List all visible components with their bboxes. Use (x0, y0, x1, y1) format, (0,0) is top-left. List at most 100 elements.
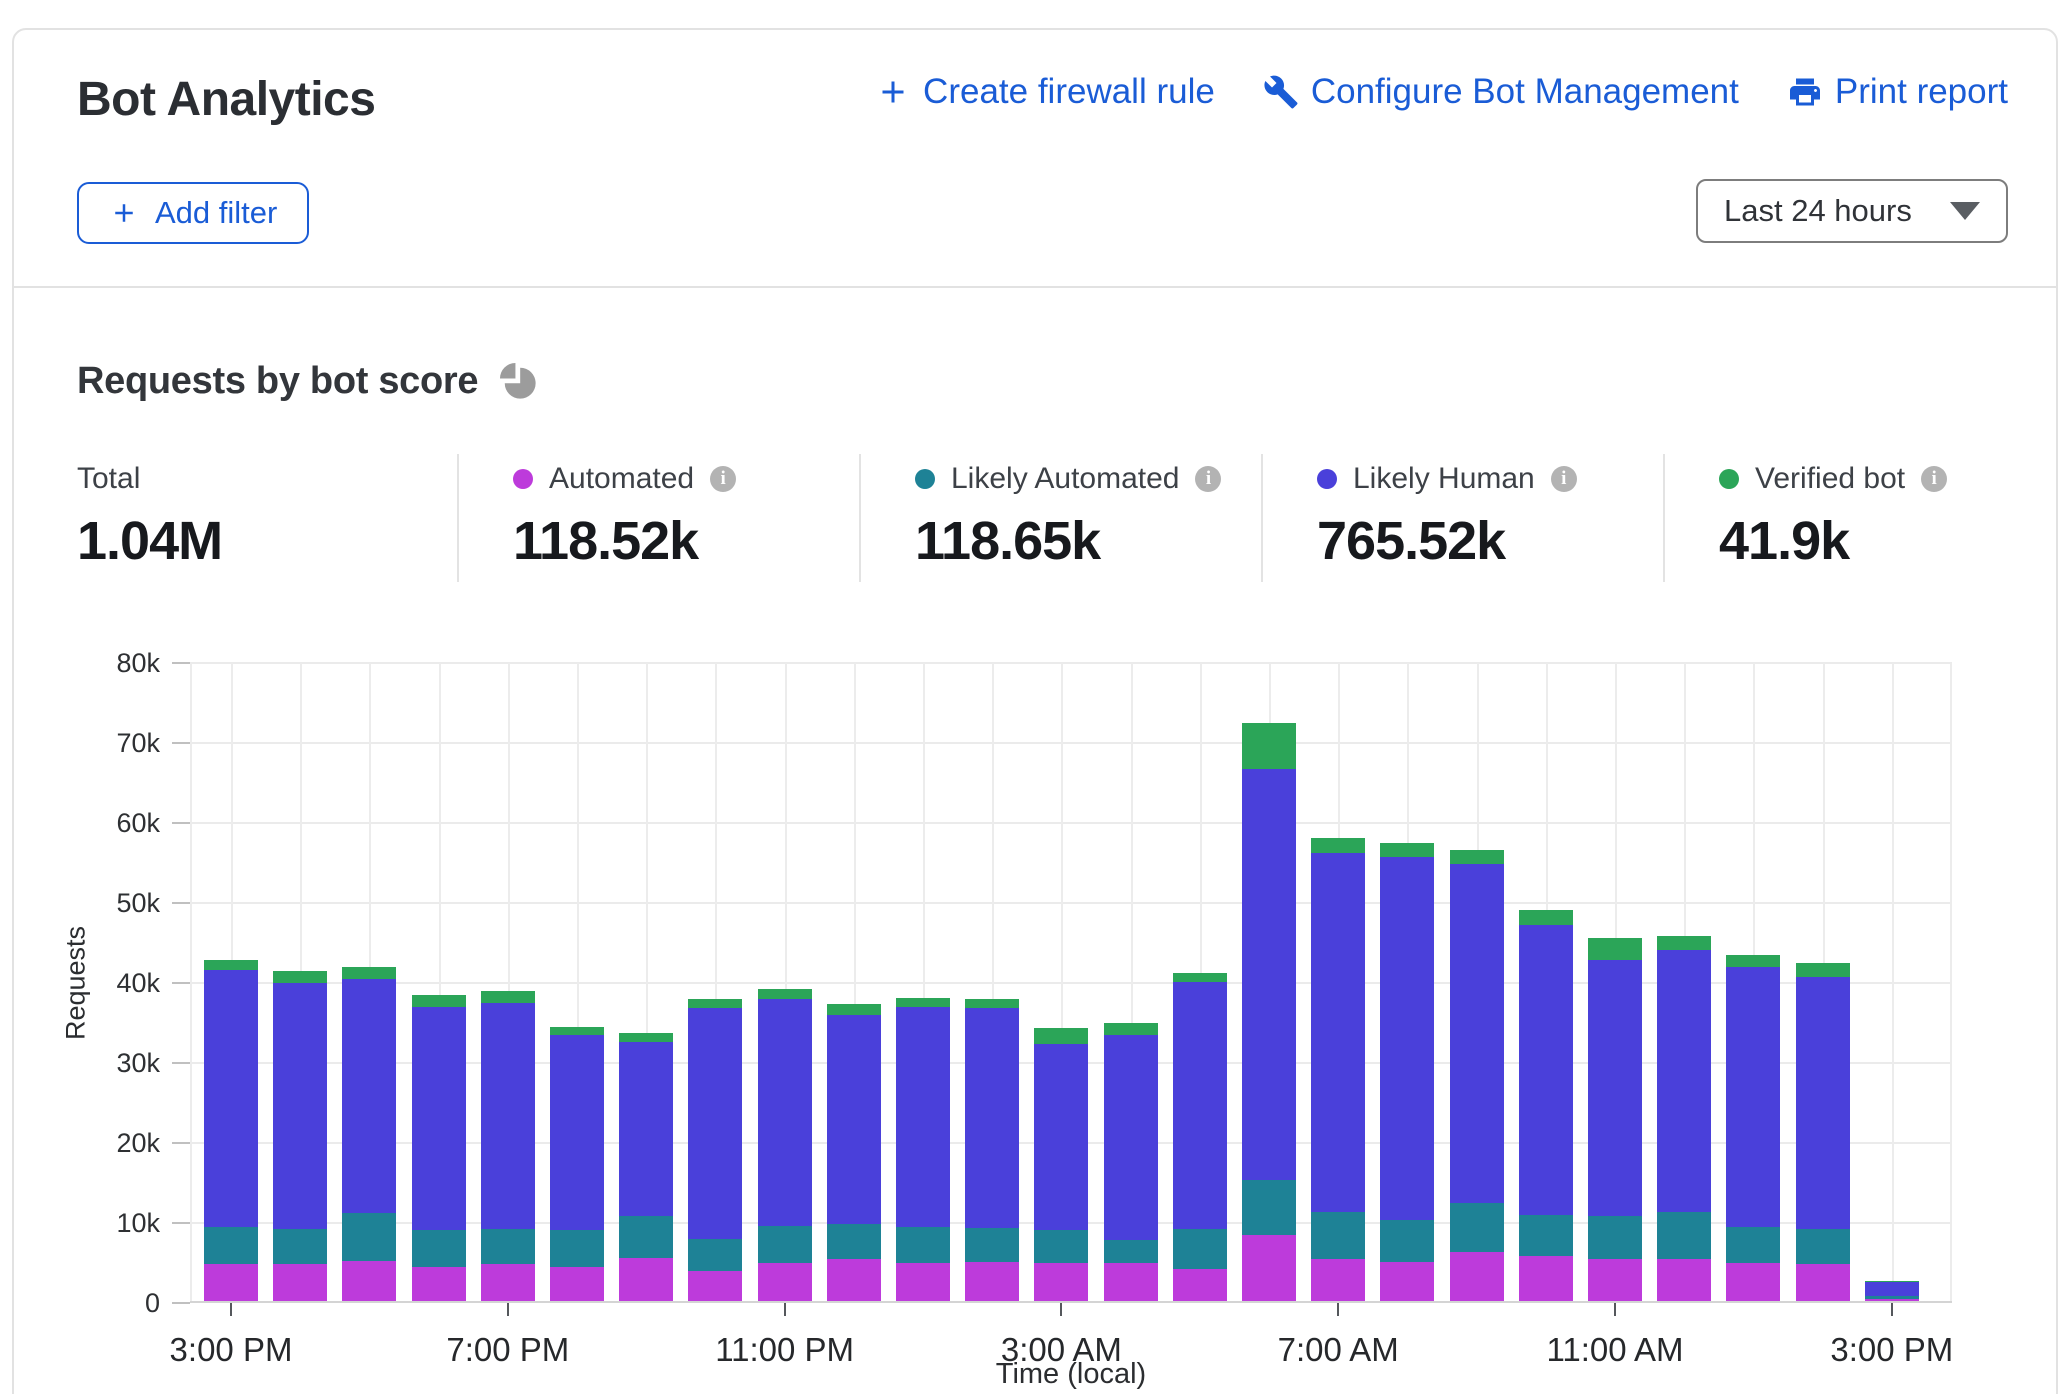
bar-segment-likely-human (1104, 1035, 1158, 1241)
info-icon[interactable]: i (1921, 466, 1947, 492)
bar-segment-verified-bot (273, 971, 327, 982)
bar-5-00-pm-2[interactable] (342, 967, 396, 1301)
requests-chart: Requests 010k20k30k40k50k60k70k80k3:00 P… (14, 622, 2060, 1394)
bar-segment-likely-automated (1519, 1215, 1573, 1256)
bar-segment-likely-automated (273, 1229, 327, 1264)
bar-2-00-pm-23[interactable] (1796, 963, 1850, 1301)
stat-label: Automated (549, 462, 694, 496)
bar-segment-likely-human (1865, 1282, 1919, 1296)
stat-value: 118.65k (915, 510, 1251, 572)
x-grid-line (190, 663, 192, 1301)
printer-icon (1787, 74, 1823, 110)
bar-12-00-am-9[interactable] (827, 1004, 881, 1301)
bar-segment-verified-bot (1657, 936, 1711, 950)
bar-10-00-am-19[interactable] (1519, 910, 1573, 1301)
y-tick (172, 1302, 190, 1304)
bar-segment-likely-automated (412, 1230, 466, 1267)
bar-segment-automated (896, 1263, 950, 1301)
bar-segment-likely-automated (1588, 1216, 1642, 1258)
bar-7-00-am-16[interactable] (1311, 838, 1365, 1301)
bar-segment-likely-automated (965, 1228, 1019, 1262)
wrench-icon (1263, 74, 1299, 110)
bar-1-00-am-10[interactable] (896, 998, 950, 1301)
info-icon[interactable]: i (1195, 466, 1221, 492)
add-filter-button[interactable]: Add filter (77, 182, 309, 244)
stat-label: Verified bot (1755, 462, 1905, 496)
bar-segment-likely-automated (619, 1216, 673, 1258)
bar-segment-likely-human (827, 1015, 881, 1225)
bar-11-00-pm-8[interactable] (758, 989, 812, 1301)
y-tick-label: 0 (0, 1284, 160, 1322)
bar-segment-automated (412, 1267, 466, 1301)
bar-segment-verified-bot (758, 989, 812, 999)
y-tick-label: 70k (0, 724, 160, 762)
bar-segment-likely-human (619, 1042, 673, 1216)
stat-label: Likely Automated (951, 462, 1179, 496)
info-icon[interactable]: i (1551, 466, 1577, 492)
bar-1-00-pm-22[interactable] (1726, 955, 1780, 1301)
bar-segment-likely-automated (1242, 1180, 1296, 1234)
bar-6-00-am-15[interactable] (1242, 723, 1296, 1301)
action-configure-bot-management[interactable]: Configure Bot Management (1263, 72, 1739, 112)
bar-segment-likely-automated (827, 1224, 881, 1259)
bar-8-00-am-17[interactable] (1380, 843, 1434, 1301)
time-range-value: Last 24 hours (1724, 193, 1912, 229)
bar-segment-likely-human (412, 1007, 466, 1230)
bar-segment-verified-bot (1104, 1023, 1158, 1034)
bar-segment-likely-automated (342, 1213, 396, 1261)
x-tick (1891, 1303, 1893, 1316)
bar-segment-likely-human (688, 1008, 742, 1238)
y-tick-label: 80k (0, 644, 160, 682)
bar-segment-verified-bot (1726, 955, 1780, 968)
action-create-firewall-rule[interactable]: Create firewall rule (875, 72, 1215, 112)
bar-12-00-pm-21[interactable] (1657, 936, 1711, 1301)
bar-segment-likely-automated (1034, 1230, 1088, 1263)
bar-3-00-am-12[interactable] (1034, 1028, 1088, 1301)
plot-area: 010k20k30k40k50k60k70k80k3:00 PM7:00 PM1… (190, 663, 1952, 1303)
stats-row: Total1.04MAutomatedi118.52kLikely Automa… (77, 454, 2065, 582)
bar-7-00-pm-4[interactable] (481, 991, 535, 1301)
header-actions: Create firewall rule Configure Bot Manage… (875, 72, 2008, 112)
x-axis-title: Time (local) (996, 1358, 1146, 1391)
bar-11-00-am-20[interactable] (1588, 938, 1642, 1301)
bar-4-00-pm-1[interactable] (273, 971, 327, 1301)
bar-4-00-am-13[interactable] (1104, 1023, 1158, 1301)
bar-9-00-pm-6[interactable] (619, 1033, 673, 1301)
time-range-select[interactable]: Last 24 hours (1696, 179, 2008, 243)
y-tick-label: 20k (0, 1124, 160, 1162)
bar-segment-likely-human (342, 979, 396, 1213)
bar-segment-likely-automated (1380, 1220, 1434, 1262)
bar-segment-verified-bot (1173, 973, 1227, 982)
section-title-row: Requests by bot score (77, 360, 538, 403)
bar-2-00-am-11[interactable] (965, 999, 1019, 1301)
plus-icon (875, 74, 911, 110)
x-tick (1614, 1303, 1616, 1316)
bar-segment-automated (550, 1267, 604, 1301)
bar-segment-likely-human (1657, 950, 1711, 1212)
action-label: Configure Bot Management (1311, 72, 1739, 112)
bar-segment-verified-bot (412, 995, 466, 1007)
bar-segment-likely-human (1173, 982, 1227, 1229)
bar-3-00-pm-24[interactable] (1865, 1281, 1919, 1301)
bot-analytics-card: Bot Analytics Create firewall rule Config… (12, 28, 2058, 1394)
bar-3-00-pm-0[interactable] (204, 960, 258, 1301)
bar-9-00-am-18[interactable] (1450, 850, 1504, 1301)
bar-segment-likely-human (204, 970, 258, 1228)
bar-6-00-pm-3[interactable] (412, 995, 466, 1301)
bar-segment-verified-bot (1450, 850, 1504, 864)
bar-segment-likely-human (1588, 960, 1642, 1216)
info-icon[interactable]: i (710, 466, 736, 492)
bar-segment-automated (342, 1261, 396, 1301)
header-divider (14, 286, 2056, 288)
action-print-report[interactable]: Print report (1787, 72, 2008, 112)
stat-likely-automated: Likely Automated i 118.65k (859, 454, 1261, 582)
bar-segment-verified-bot (1242, 723, 1296, 769)
x-grid-line (1950, 663, 1952, 1301)
bar-10-00-pm-7[interactable] (688, 999, 742, 1301)
x-tick-label: 11:00 PM (665, 1331, 905, 1369)
bar-segment-verified-bot (342, 967, 396, 979)
bar-segment-automated (1657, 1259, 1711, 1301)
page-title: Bot Analytics (77, 72, 375, 127)
bar-8-00-pm-5[interactable] (550, 1027, 604, 1301)
bar-5-00-am-14[interactable] (1173, 973, 1227, 1301)
